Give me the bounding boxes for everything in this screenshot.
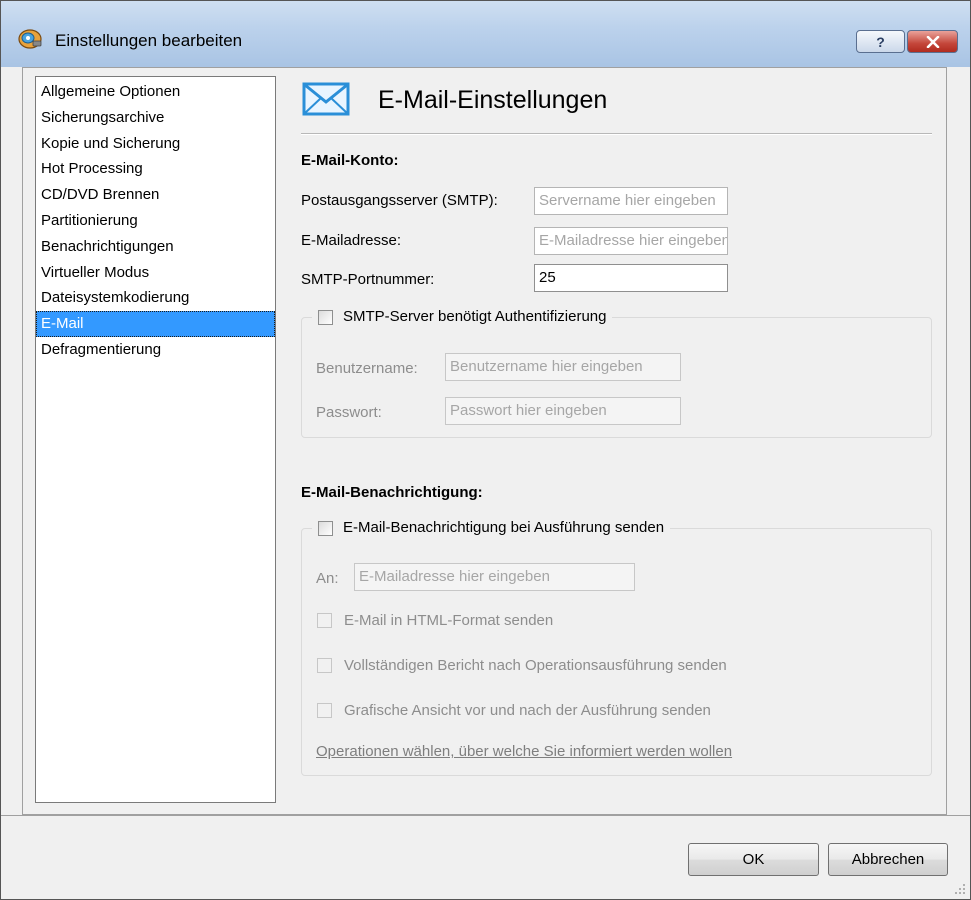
close-icon xyxy=(926,35,939,48)
auth-legend: SMTP-Server benötigt Authentifizierung xyxy=(312,306,613,328)
username-input[interactable]: Benutzername hier eingeben xyxy=(445,353,681,381)
send-notification-label[interactable]: E-Mail-Benachrichtigung bei Ausführung s… xyxy=(343,517,664,539)
nav-item-cd-dvd-brennen[interactable]: CD/DVD Brennen xyxy=(36,182,275,208)
close-button[interactable] xyxy=(907,30,958,53)
password-input[interactable]: Passwort hier eingeben xyxy=(445,397,681,425)
recipient-label: An: xyxy=(316,570,339,587)
settings-category-list[interactable]: Allgemeine Optionen Sicherungsarchive Ko… xyxy=(35,76,276,803)
resize-grip-icon[interactable] xyxy=(954,883,966,895)
nav-item-partitionierung[interactable]: Partitionierung xyxy=(36,208,275,234)
recipient-input[interactable]: E-Mailadresse hier eingeben xyxy=(354,563,635,591)
nav-item-e-mail[interactable]: E-Mail xyxy=(36,311,275,337)
email-address-input[interactable]: E-Mailadresse hier eingeben xyxy=(534,227,728,255)
smtp-server-label: Postausgangsserver (SMTP): xyxy=(301,192,498,209)
ok-button[interactable]: OK xyxy=(688,843,819,876)
nav-item-allgemeine-optionen[interactable]: Allgemeine Optionen xyxy=(36,79,275,105)
username-label: Benutzername: xyxy=(316,360,418,377)
graphic-view-label: Grafische Ansicht vor und nach der Ausfü… xyxy=(344,702,711,719)
email-address-label: E-Mailadresse: xyxy=(301,232,402,249)
send-notification-checkbox[interactable] xyxy=(318,520,333,536)
full-report-checkbox[interactable] xyxy=(317,658,332,673)
cancel-button[interactable]: Abbrechen xyxy=(828,843,948,876)
smtp-server-input[interactable]: Servername hier eingeben xyxy=(534,187,728,215)
html-format-label: E-Mail in HTML-Format senden xyxy=(344,612,554,629)
smtp-port-label: SMTP-Portnummer: xyxy=(301,271,435,288)
password-label: Passwort: xyxy=(316,404,382,421)
help-icon: ? xyxy=(876,33,885,50)
auth-checkbox[interactable] xyxy=(318,309,333,325)
envelope-icon xyxy=(302,82,350,116)
page-title: E-Mail-Einstellungen xyxy=(378,86,608,114)
section-title-notification: E-Mail-Benachrichtigung: xyxy=(301,484,483,501)
nav-item-dateisystemkodierung[interactable]: Dateisystemkodierung xyxy=(36,285,275,311)
section-title-account: E-Mail-Konto: xyxy=(301,152,399,169)
nav-item-sicherungsarchive[interactable]: Sicherungsarchive xyxy=(36,105,275,131)
nav-item-kopie-und-sicherung[interactable]: Kopie und Sicherung xyxy=(36,131,275,157)
smtp-port-input[interactable]: 25 xyxy=(534,264,728,292)
footer-divider xyxy=(1,815,970,816)
html-format-checkbox[interactable] xyxy=(317,613,332,628)
full-report-label: Vollständigen Bericht nach Operationsaus… xyxy=(344,657,727,674)
settings-dialog: Einstellungen bearbeiten ? Allgemeine Op… xyxy=(0,0,971,900)
app-icon xyxy=(18,29,42,49)
nav-item-virtueller-modus[interactable]: Virtueller Modus xyxy=(36,260,275,286)
auth-checkbox-label[interactable]: SMTP-Server benötigt Authentifizierung xyxy=(343,306,606,328)
window-title: Einstellungen bearbeiten xyxy=(55,31,243,50)
nav-item-hot-processing[interactable]: Hot Processing xyxy=(36,156,275,182)
help-button[interactable]: ? xyxy=(856,30,905,53)
nav-item-benachrichtigungen[interactable]: Benachrichtigungen xyxy=(36,234,275,260)
title-bar[interactable]: Einstellungen bearbeiten ? xyxy=(1,1,970,67)
nav-item-defragmentierung[interactable]: Defragmentierung xyxy=(36,337,275,363)
choose-operations-link[interactable]: Operationen wählen, über welche Sie info… xyxy=(316,743,732,760)
header-divider xyxy=(301,133,932,135)
graphic-view-checkbox[interactable] xyxy=(317,703,332,718)
notification-legend: E-Mail-Benachrichtigung bei Ausführung s… xyxy=(312,517,671,539)
